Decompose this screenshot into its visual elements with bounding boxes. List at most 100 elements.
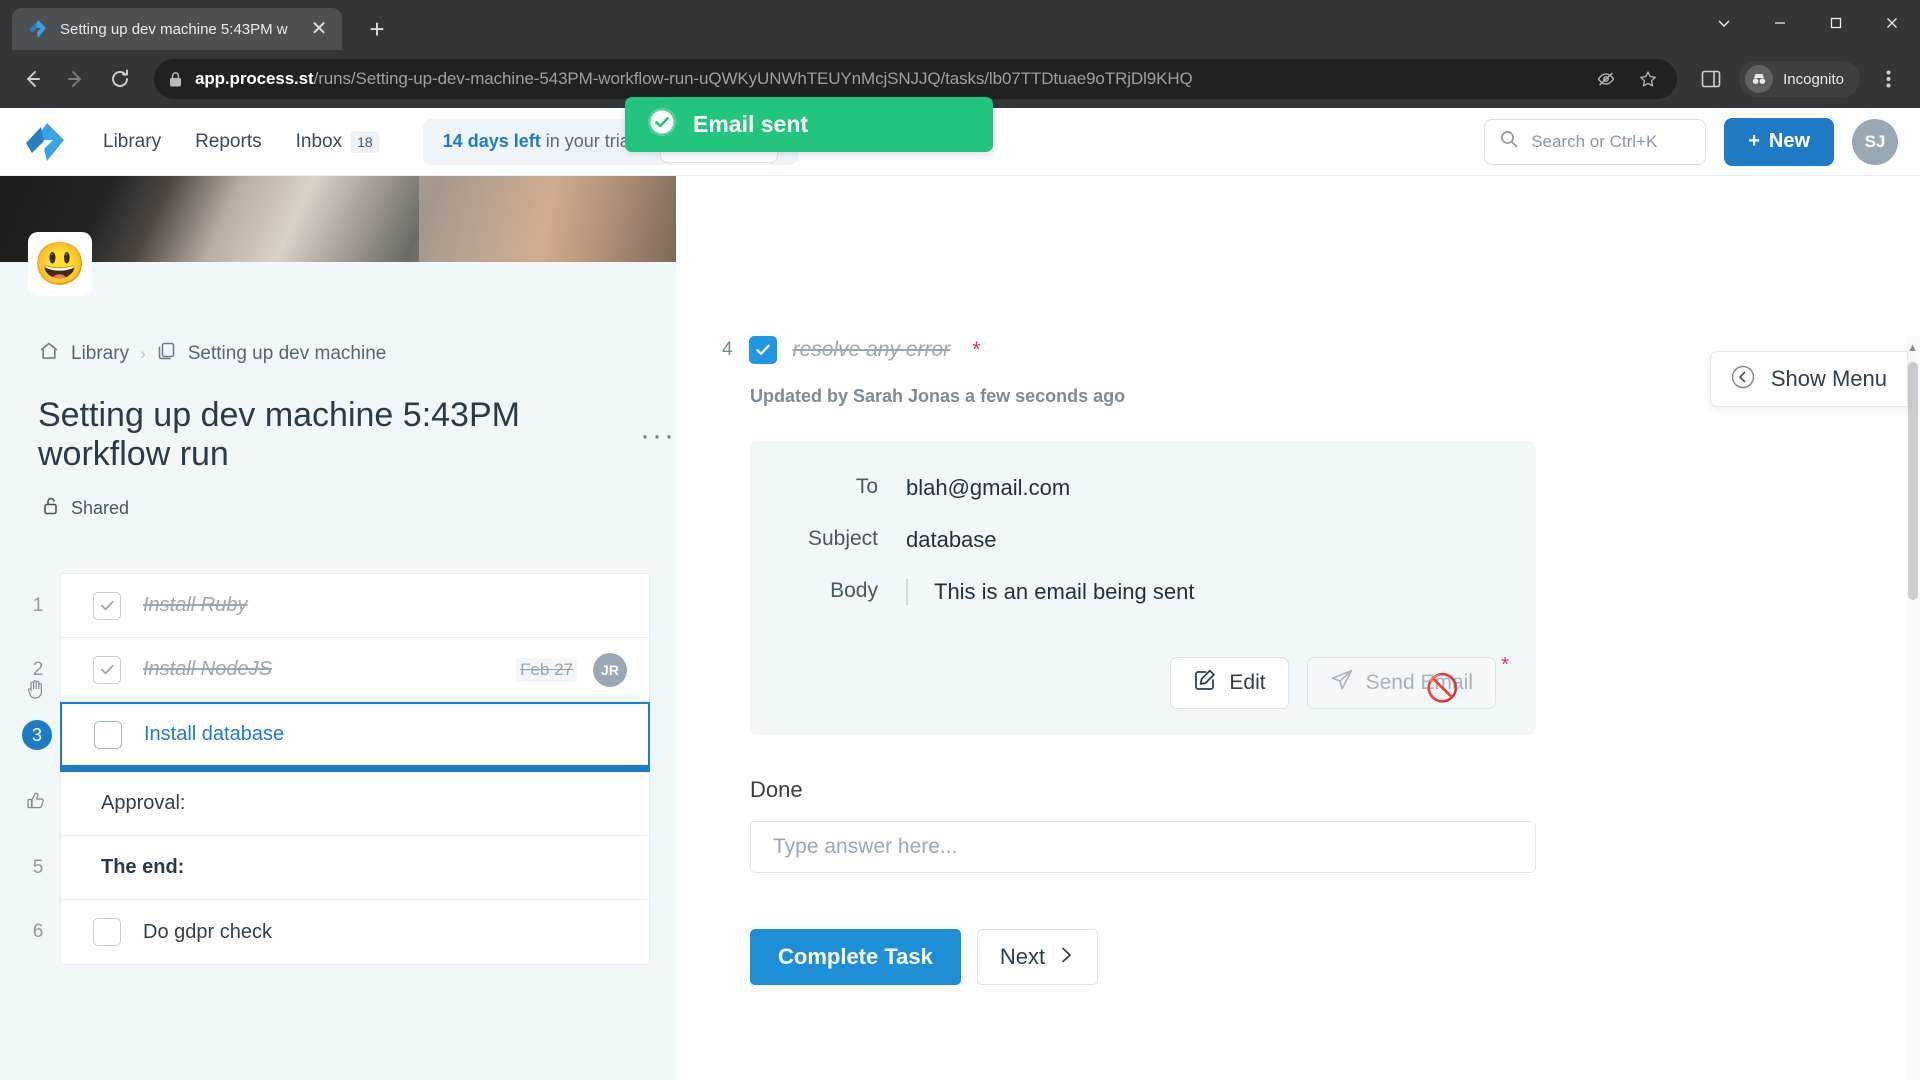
not-allowed-cursor-icon: 🚫 <box>1425 673 1460 703</box>
cover-photo <box>0 176 676 262</box>
tracking-protection-icon[interactable] <box>1591 69 1621 89</box>
breadcrumb-workflow[interactable]: Setting up dev machine <box>188 343 387 365</box>
task-label: Install database <box>144 723 285 745</box>
window-close-button[interactable] <box>1864 0 1920 46</box>
window-controls <box>1696 0 1920 46</box>
process-st-logo-icon[interactable] <box>22 119 68 165</box>
email-to-label: To <box>855 475 878 498</box>
task-checkbox[interactable] <box>93 591 121 620</box>
task-label: Do gdpr check <box>143 920 272 943</box>
email-to-field: To blah@gmail.com <box>790 475 1496 501</box>
required-star: * <box>972 337 981 362</box>
task-label: Install NodeJS <box>143 658 272 680</box>
scroll-thumb[interactable] <box>1908 362 1918 600</box>
task-row[interactable]: 5 The end: <box>33 836 649 900</box>
browser-tab[interactable]: Setting up dev machine 5:43PM w ✕ <box>12 8 342 50</box>
browser-menu-icon[interactable] <box>1868 59 1908 99</box>
forward-button[interactable] <box>56 59 96 99</box>
left-pane: 😃 Library › Setting up dev machine Setti… <box>0 176 676 1080</box>
edit-pencil-icon <box>1193 668 1217 698</box>
incognito-label: Incognito <box>1783 70 1844 88</box>
send-paper-plane-icon <box>1330 668 1354 698</box>
url-text: app.process.st/runs/Setting-up-dev-machi… <box>195 69 1579 89</box>
subtask-label: resolve any error <box>792 338 951 361</box>
close-tab-icon[interactable]: ✕ <box>306 16 332 42</box>
next-button[interactable]: Next <box>976 929 1099 985</box>
inbox-badge: 18 <box>350 130 380 153</box>
show-menu-button[interactable]: Show Menu <box>1709 351 1908 407</box>
trial-text: 14 days left in your trial <box>443 131 634 152</box>
task-label: The end: <box>101 856 185 878</box>
window-chevron-down-icon[interactable] <box>1696 0 1752 46</box>
workflow-emoji-icon[interactable]: 😃 <box>28 232 92 296</box>
nav-inbox-label: Inbox <box>295 130 343 152</box>
show-menu-label: Show Menu <box>1770 366 1887 391</box>
task-number-active: 3 <box>22 719 52 750</box>
task-row[interactable]: Approval: <box>27 772 649 836</box>
app-body: 😃 Library › Setting up dev machine Setti… <box>0 176 1920 1080</box>
search-input[interactable]: Search or Ctrl+K <box>1484 118 1707 165</box>
done-field-label: Done <box>750 777 803 802</box>
url-path: /runs/Setting-up-dev-machine-543PM-workf… <box>313 69 1193 88</box>
task-label: Install Ruby <box>143 594 248 616</box>
trial-days-left: 14 days left <box>442 131 541 151</box>
task-row[interactable]: 6 Do gdpr check <box>33 900 649 964</box>
scroll-up-icon[interactable]: ▲ <box>1907 342 1918 354</box>
stop-hand-icon <box>21 678 51 706</box>
task-checkbox[interactable] <box>94 720 122 749</box>
page-title-row: Setting up dev machine 5:43PM workflow r… <box>0 368 676 474</box>
email-to-value: blah@gmail.com <box>906 475 1071 500</box>
shared-status[interactable]: Shared <box>0 474 676 521</box>
task-row[interactable]: 1 Install Ruby <box>33 574 649 638</box>
page-title: Setting up dev machine 5:43PM workflow r… <box>38 396 520 473</box>
subtask-row[interactable]: 4 resolve any error * <box>722 176 1920 364</box>
task-checkbox[interactable] <box>93 918 121 946</box>
edit-button[interactable]: Edit <box>1170 657 1289 709</box>
page-scrollbar[interactable]: ▲ ▼ <box>1906 336 1920 1080</box>
check-circle-icon <box>647 107 677 142</box>
back-button[interactable] <box>12 59 52 99</box>
task-row-selected[interactable]: 3 Install database <box>22 702 650 772</box>
reload-button[interactable] <box>100 59 140 99</box>
complete-task-button[interactable]: Complete Task <box>750 929 961 985</box>
email-subject-label: Subject <box>807 527 878 550</box>
shared-label: Shared <box>71 498 130 518</box>
new-button-label: New <box>1768 130 1810 152</box>
subtask-number: 4 <box>722 339 733 360</box>
address-bar[interactable]: app.process.st/runs/Setting-up-dev-machi… <box>154 59 1678 99</box>
email-body-value: This is an email being sent <box>906 579 1194 605</box>
nav-reports[interactable]: Reports <box>178 131 279 153</box>
subtask-checkbox[interactable] <box>748 336 777 364</box>
answer-placeholder: Type answer here... <box>773 835 958 858</box>
edit-button-label: Edit <box>1229 671 1266 694</box>
page-options-icon[interactable]: ··· <box>640 420 676 450</box>
home-icon[interactable] <box>38 340 60 368</box>
window-maximize-button[interactable] <box>1808 0 1864 46</box>
task-row[interactable]: 2 Install NodeJS Feb 27 JR <box>27 638 649 702</box>
new-button[interactable]: + New <box>1724 117 1834 166</box>
trial-rest: in your trial <box>545 131 634 151</box>
breadcrumb-library[interactable]: Library <box>71 343 129 365</box>
email-subject-field: Subject database <box>790 527 1496 553</box>
task-number: 1 <box>32 594 44 616</box>
task-assignee-avatar[interactable]: JR <box>593 652 627 687</box>
side-panel-icon[interactable] <box>1691 59 1731 99</box>
answer-input[interactable]: Type answer here... <box>750 821 1536 873</box>
bookmark-star-icon[interactable] <box>1633 69 1663 89</box>
task-checkbox[interactable] <box>93 655 121 684</box>
new-tab-button[interactable]: + <box>356 8 398 50</box>
email-body-field: Body This is an email being sent <box>790 579 1496 605</box>
task-list: 1 Install Ruby 2 Install NodeJS Feb 27 J… <box>22 573 650 965</box>
email-subject-value: database <box>906 527 997 552</box>
chevron-left-icon <box>1731 365 1755 394</box>
bottom-actions: Complete Task Next <box>722 873 1920 985</box>
breadcrumb: Library › Setting up dev machine <box>0 262 676 368</box>
nav-inbox[interactable]: Inbox 18 <box>279 130 397 153</box>
user-avatar[interactable]: SJ <box>1852 118 1898 165</box>
nav-library[interactable]: Library <box>86 131 178 153</box>
send-email-button[interactable]: Send Email 🚫 * <box>1306 654 1509 709</box>
incognito-indicator[interactable]: Incognito <box>1739 61 1860 97</box>
next-button-label: Next <box>999 944 1046 969</box>
window-minimize-button[interactable] <box>1752 0 1808 46</box>
right-pane: 4 resolve any error * Updated by Sarah J… <box>676 176 1920 1080</box>
